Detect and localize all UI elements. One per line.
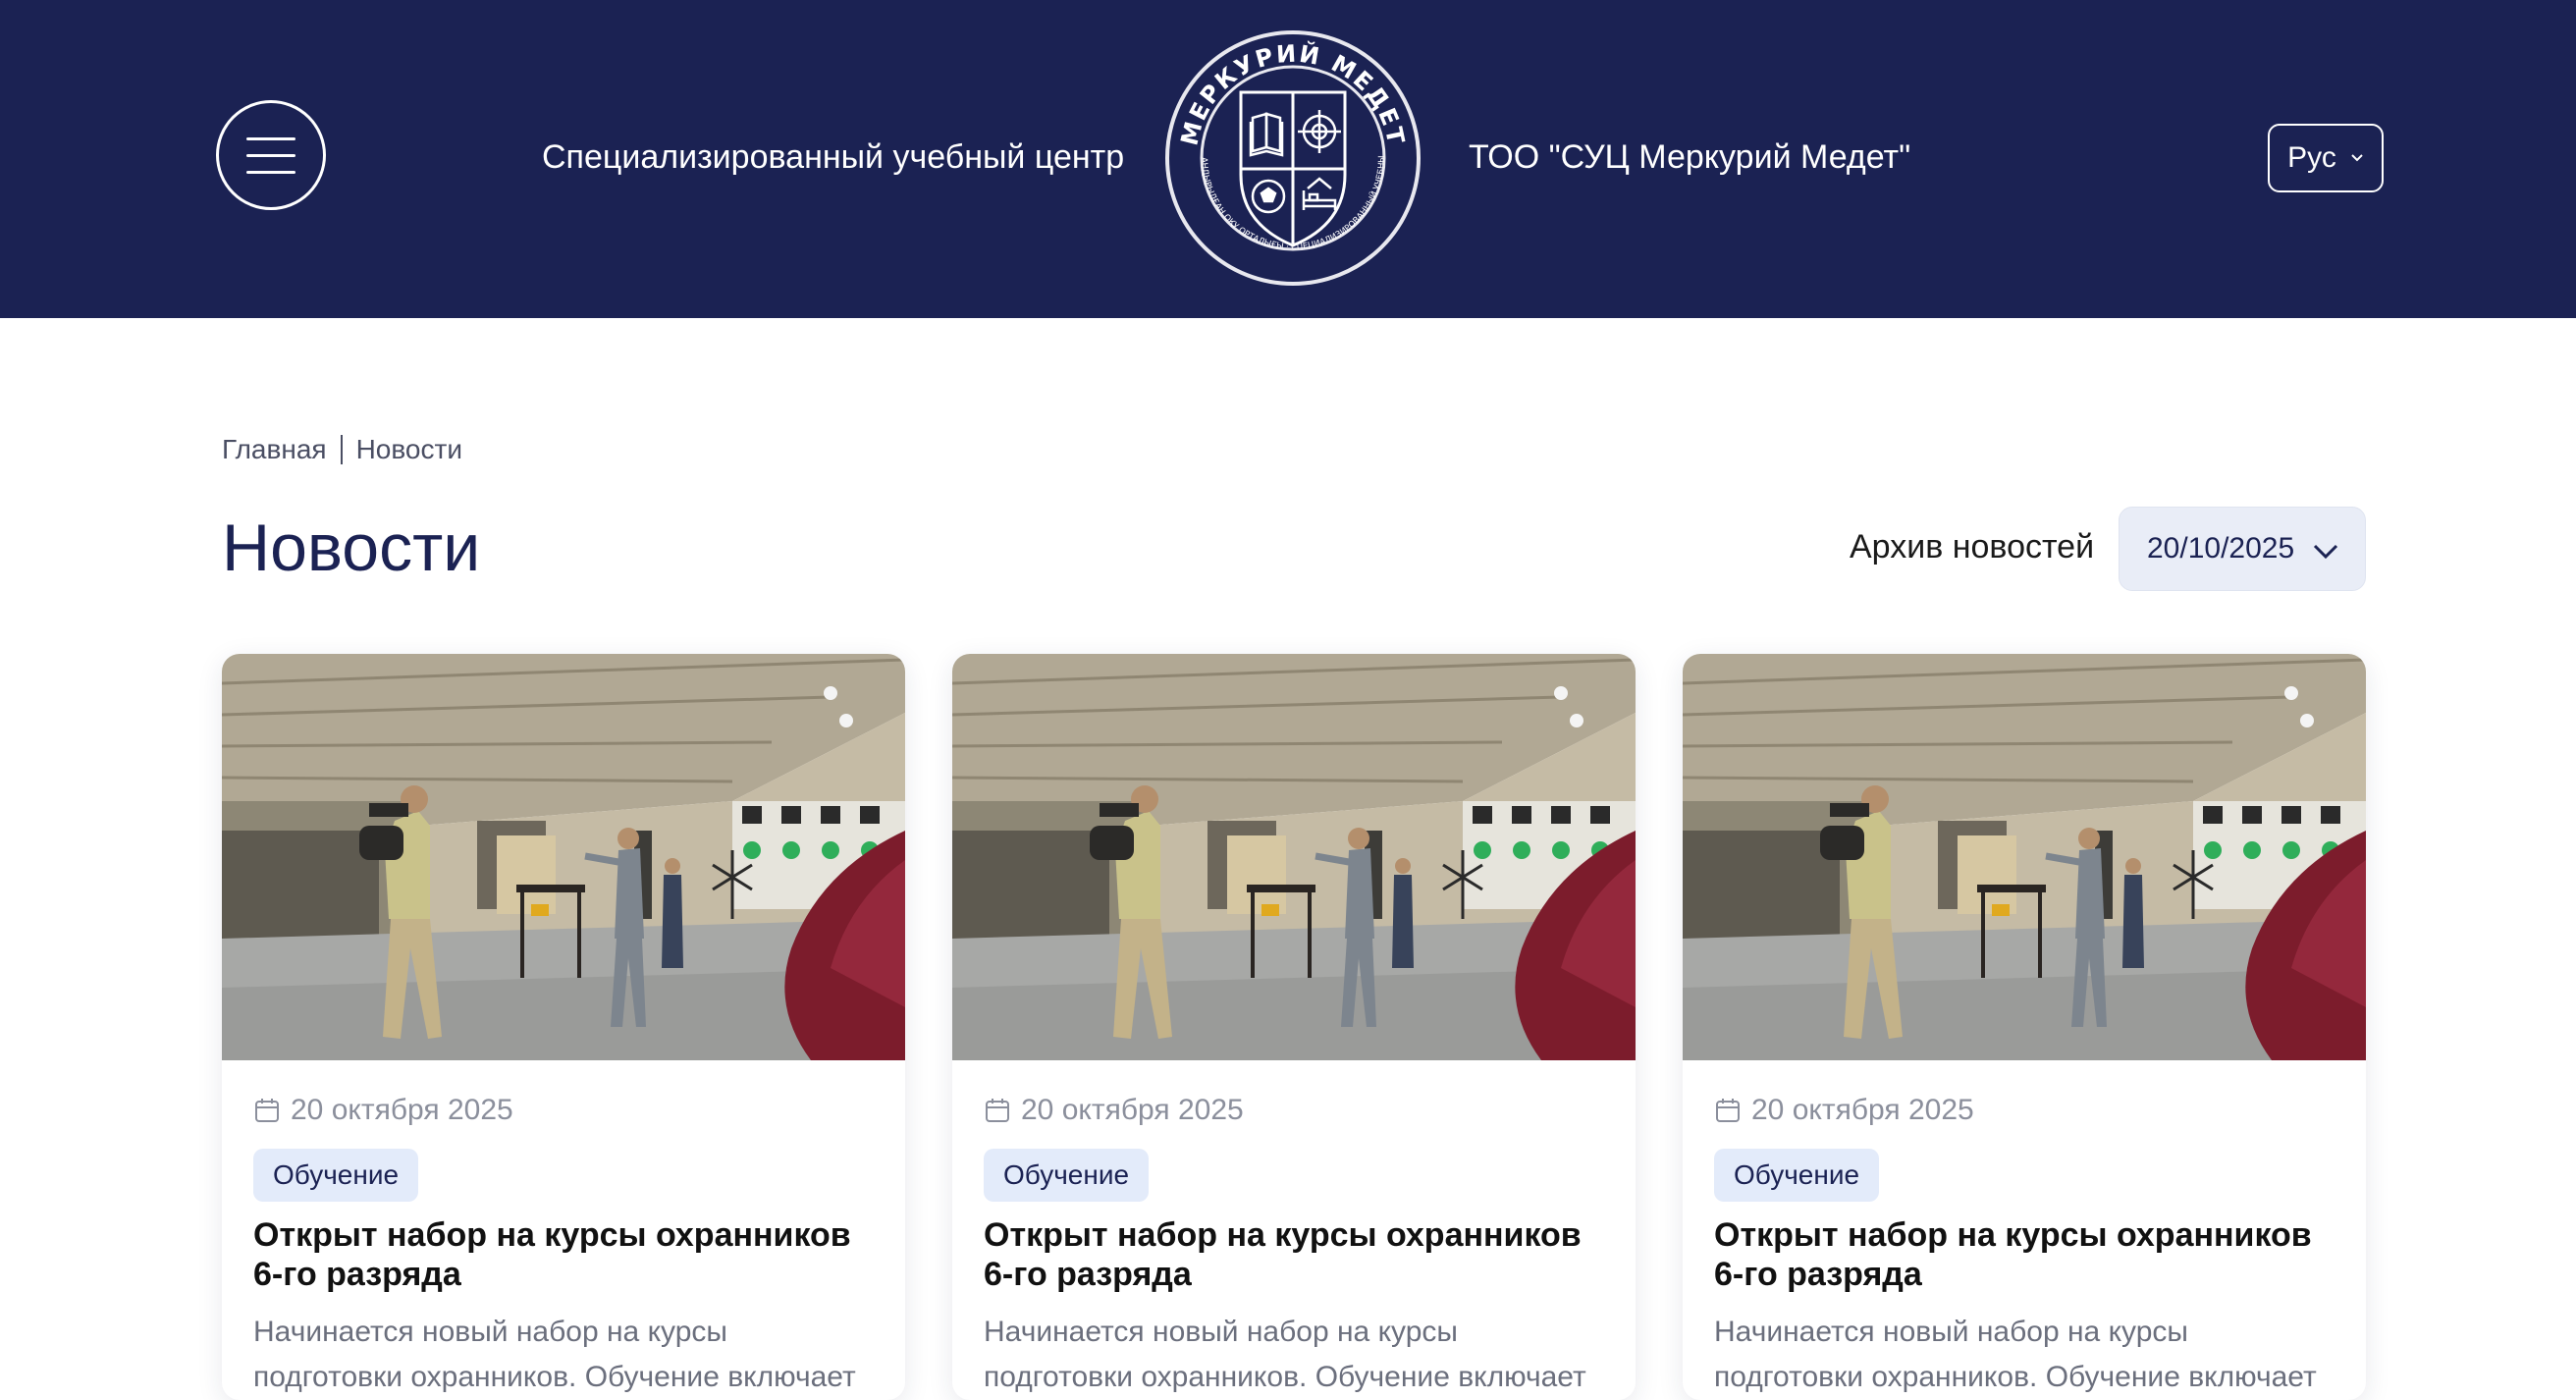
news-card-date: 20 октября 2025 — [984, 1094, 1244, 1127]
news-card-image[interactable] — [222, 654, 905, 1060]
header-tagline: Специализированный учебный центр — [542, 138, 1125, 176]
calendar-icon — [1716, 1099, 1740, 1122]
news-card[interactable]: 20 октября 2025 Обучение Открыт набор на к… — [952, 654, 1636, 1400]
news-card-title[interactable]: Открыт набор на курсы охранников 6-го ра… — [984, 1215, 1602, 1294]
archive-date-value: 20/10/2025 — [2147, 532, 2295, 565]
category-badge[interactable]: Обучение — [253, 1149, 419, 1202]
news-card-date-text: 20 октября 2025 — [1751, 1094, 1974, 1126]
news-card-excerpt: Начинается новый набор на курсы подготов… — [253, 1316, 856, 1393]
news-card-title[interactable]: Открыт набор на курсы охранников 6-го ра… — [1714, 1215, 2333, 1294]
news-card[interactable]: 20 октября 2025 Обучение Открыт набор на к… — [222, 654, 905, 1400]
chevron-down-icon — [2314, 544, 2338, 560]
hamburger-icon-line — [246, 136, 295, 140]
hamburger-icon-line — [246, 153, 295, 157]
site-header: Специализированный учебный центр МЕРКУРИ… — [0, 0, 2576, 318]
breadcrumb: Главная Новости — [222, 434, 462, 465]
hamburger-icon-line — [246, 170, 295, 174]
news-card-image[interactable] — [1683, 654, 2366, 1060]
archive-date-select[interactable]: 20/10/2025 — [2119, 507, 2366, 591]
category-badge[interactable]: Обучение — [1714, 1149, 1880, 1202]
news-card[interactable]: 20 октября 2025 Обучение Открыт набор на к… — [1683, 654, 2366, 1400]
calendar-icon — [255, 1099, 279, 1122]
news-card-title[interactable]: Открыт набор на курсы охранников 6-го ра… — [253, 1215, 872, 1294]
breadcrumb-current: Новости — [355, 434, 462, 464]
header-company-name: ТОО "СУЦ Меркурий Медет" — [1469, 138, 1911, 176]
news-card-excerpt: Начинается новый набор на курсы подготов… — [984, 1316, 1586, 1393]
news-card-date: 20 октября 2025 — [253, 1094, 513, 1127]
news-card-image[interactable] — [952, 654, 1636, 1060]
news-card-date: 20 октября 2025 — [1714, 1094, 1974, 1127]
breadcrumb-separator — [340, 435, 343, 464]
logo[interactable]: МЕРКУРИЙ МЕДЕТ МАМАНДАНДЫРЫЛҒАН ОҚУ ОРТА… — [1162, 27, 1423, 289]
category-badge[interactable]: Обучение — [984, 1149, 1150, 1202]
news-card-date-text: 20 октября 2025 — [291, 1094, 513, 1126]
breadcrumb-home-link[interactable]: Главная — [222, 434, 327, 465]
news-card-excerpt: Начинается новый набор на курсы подготов… — [1714, 1316, 2317, 1393]
language-select[interactable]: Рус — [2268, 124, 2384, 192]
archive-label: Архив новостей — [1850, 528, 2095, 565]
page-title: Новости — [222, 511, 481, 585]
menu-button[interactable] — [216, 100, 326, 210]
language-value: Рус — [2287, 141, 2336, 174]
calendar-icon — [986, 1099, 1009, 1122]
news-card-date-text: 20 октября 2025 — [1021, 1094, 1244, 1126]
chevron-down-icon — [2351, 154, 2363, 162]
